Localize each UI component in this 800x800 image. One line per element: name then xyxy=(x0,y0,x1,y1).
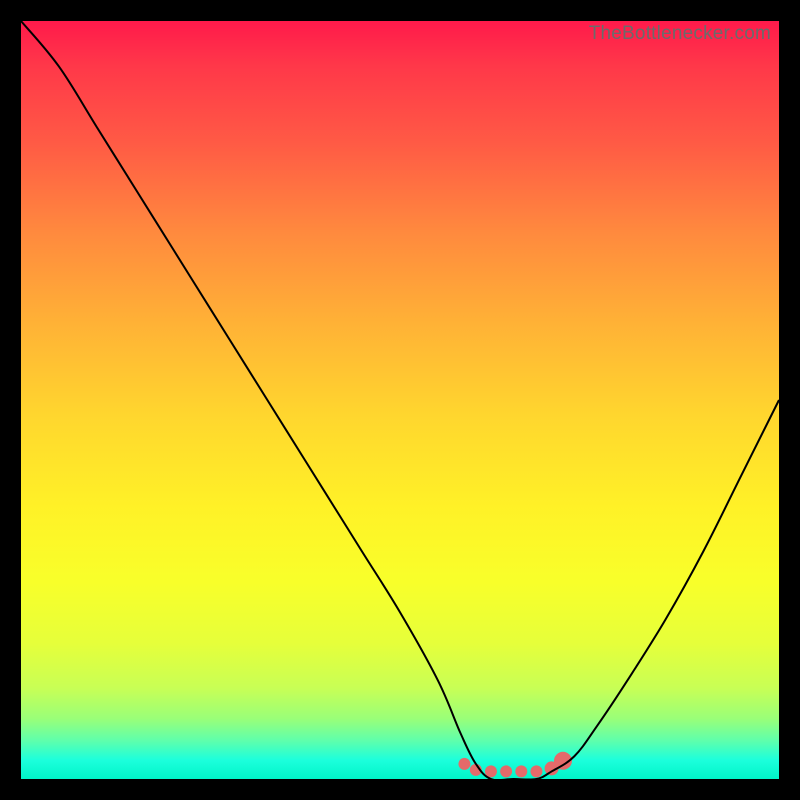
optimal-marker xyxy=(458,758,470,770)
bottleneck-curve xyxy=(21,21,779,780)
optimal-marker xyxy=(515,765,527,777)
chart-svg xyxy=(21,21,779,779)
chart-frame: TheBottlenecker.com xyxy=(21,21,779,779)
optimal-marker xyxy=(530,765,542,777)
optimal-marker xyxy=(500,765,512,777)
plot-area: TheBottlenecker.com xyxy=(21,21,779,779)
watermark-label: TheBottlenecker.com xyxy=(589,23,771,45)
